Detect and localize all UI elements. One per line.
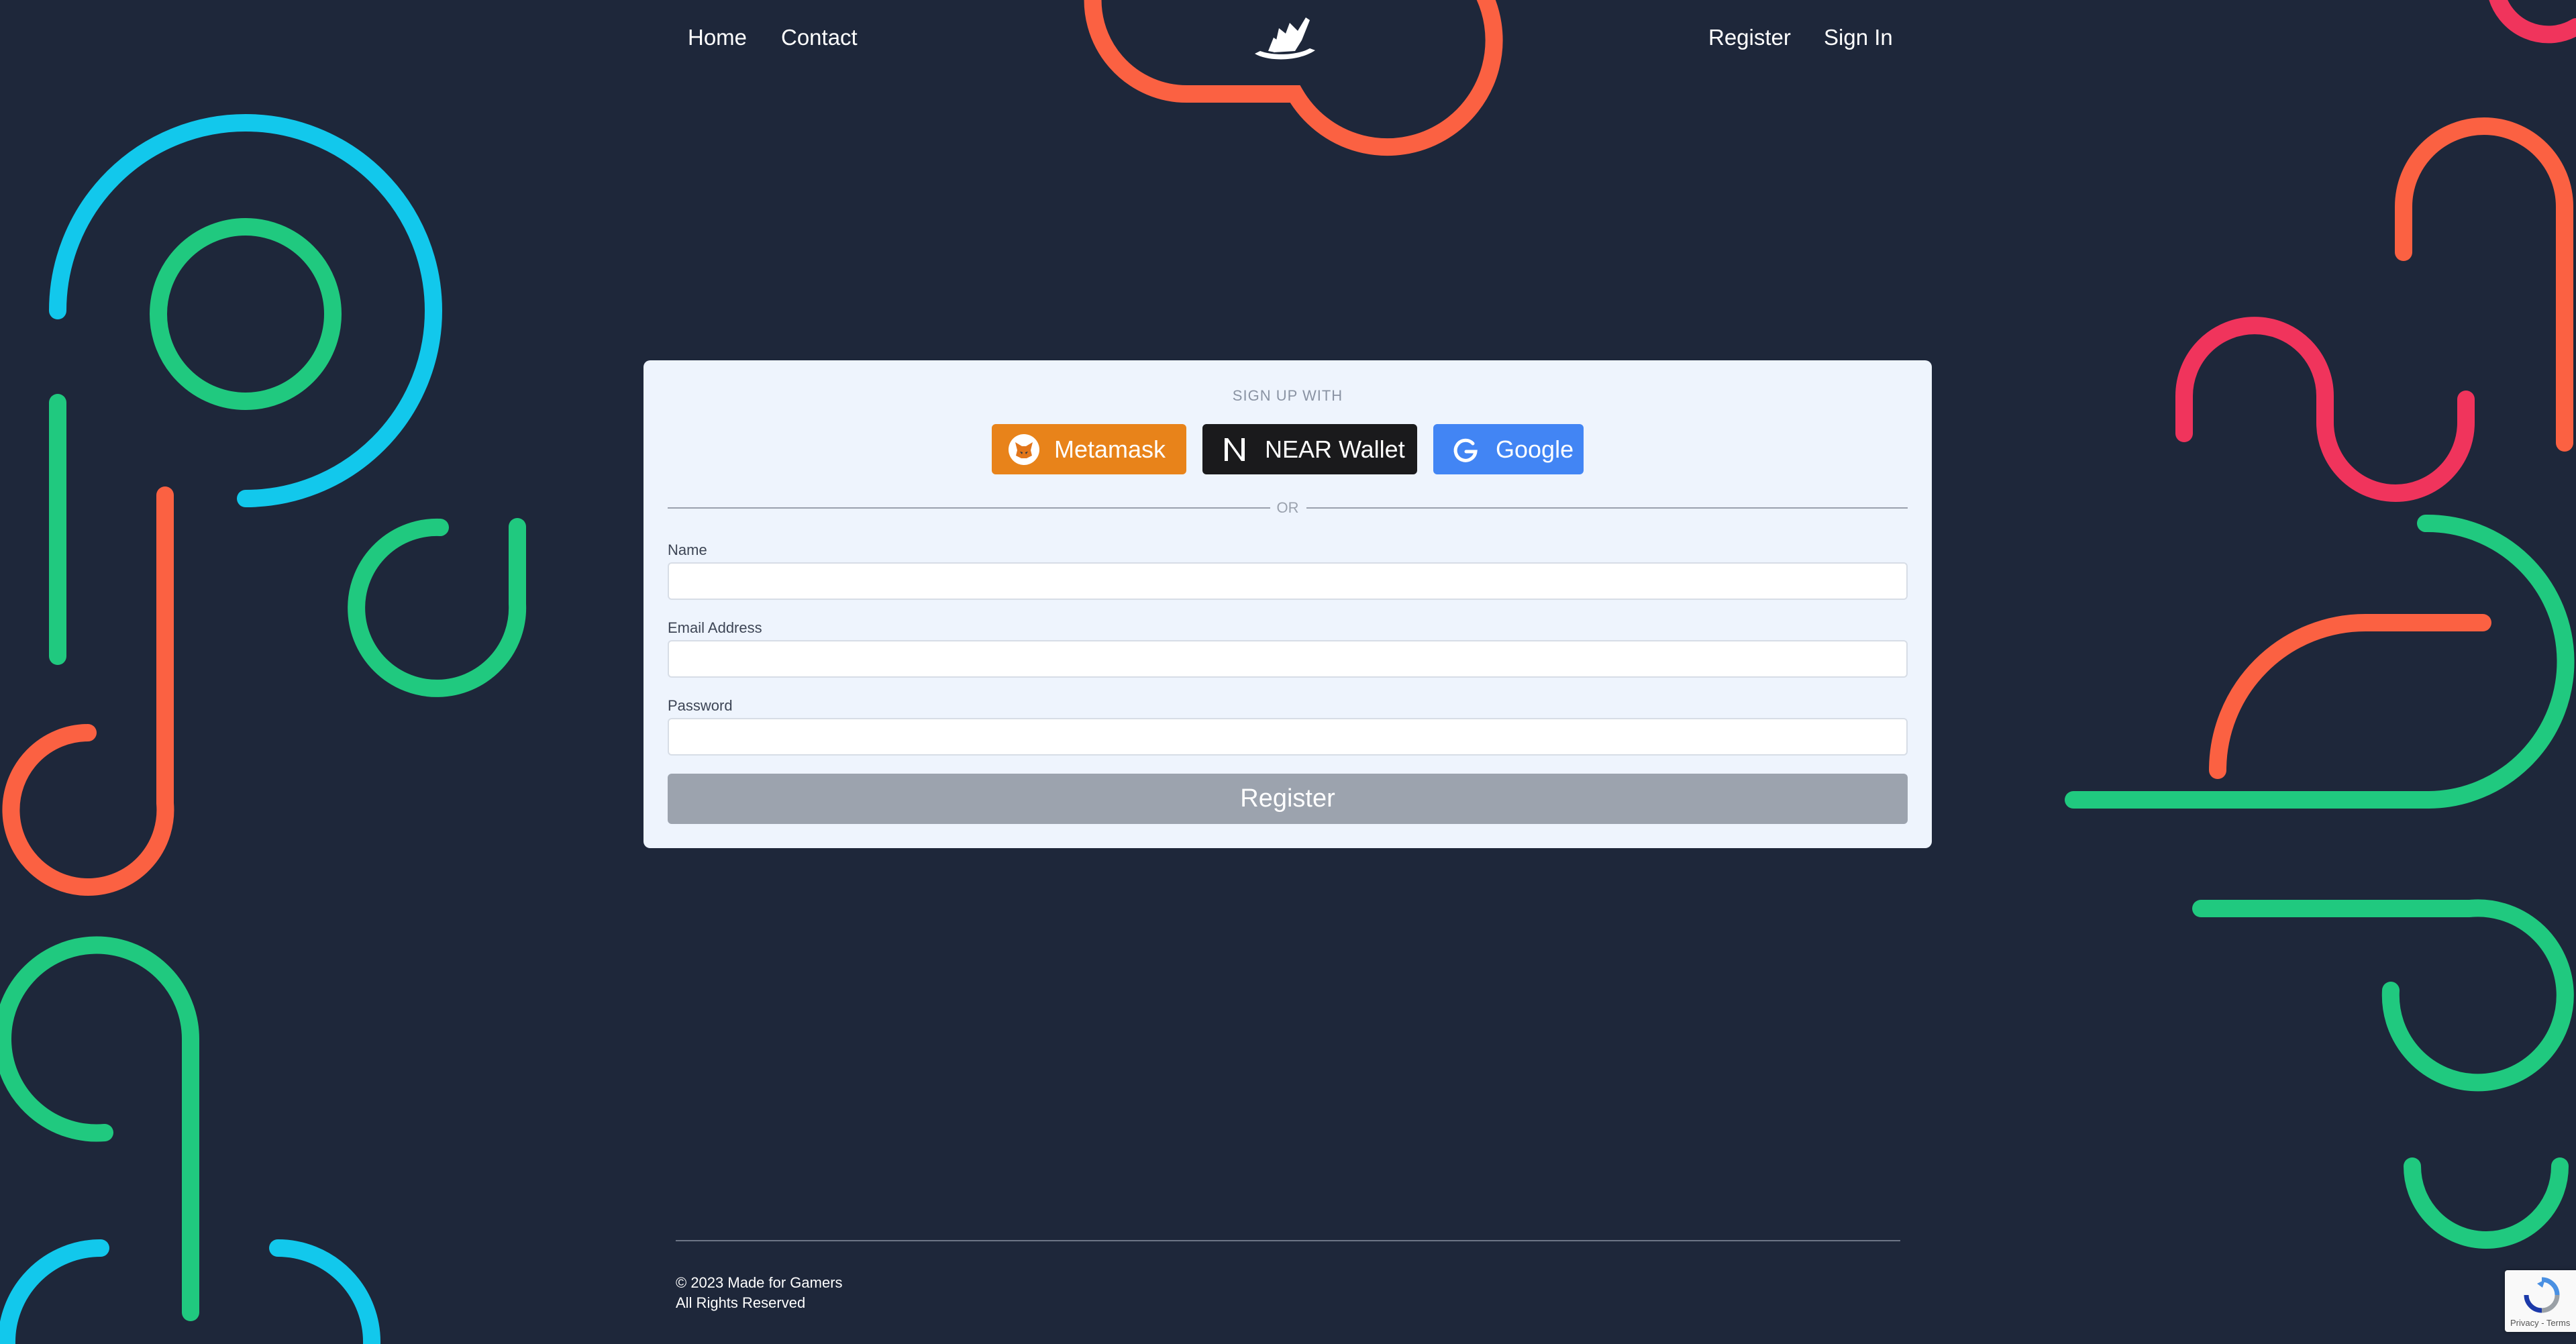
bg-arc-green-bottomleft xyxy=(0,936,199,1321)
bg-arc-cyan-bottomcenter xyxy=(269,1239,381,1344)
provider-buttons: Metamask NEAR Wallet Google xyxy=(643,424,1932,474)
name-input[interactable] xyxy=(668,562,1908,600)
near-wallet-button[interactable]: NEAR Wallet xyxy=(1202,424,1417,474)
site-logo-icon[interactable] xyxy=(1248,13,1322,70)
nav-link-home[interactable]: Home xyxy=(688,24,747,51)
signup-title: SIGN UP WITH xyxy=(1232,387,1343,404)
footer-copyright: © 2023 Made for Gamers xyxy=(676,1274,843,1291)
footer-divider xyxy=(676,1240,1900,1241)
bg-arc-green-right xyxy=(2065,514,2575,809)
bg-arc-cyan-large xyxy=(49,114,442,507)
page: Home Contact Register Sign In SIGN UP WI… xyxy=(0,0,2576,1344)
password-input[interactable] xyxy=(668,718,1908,756)
bg-arc-green-bottomright xyxy=(2404,1157,2569,1249)
bg-arc-green-small xyxy=(348,518,527,697)
google-button[interactable]: Google xyxy=(1433,424,1584,474)
password-label: Password xyxy=(668,697,733,714)
bg-arc-cyan-bottomleft xyxy=(0,1239,109,1344)
bg-arc-pink-right xyxy=(2175,317,2475,502)
near-wallet-button-label: NEAR Wallet xyxy=(1265,435,1405,463)
nav-link-contact[interactable]: Contact xyxy=(781,24,858,51)
nav-link-signin[interactable]: Sign In xyxy=(1824,24,1893,51)
name-label: Name xyxy=(668,541,707,558)
near-logo-icon xyxy=(1219,434,1250,465)
top-navigation: Home Contact Register Sign In xyxy=(0,0,2576,81)
metamask-button[interactable]: Metamask xyxy=(992,424,1186,474)
footer-rights: All Rights Reserved xyxy=(676,1294,806,1311)
bg-arc-orange-left xyxy=(2,486,174,896)
recaptcha-terms[interactable]: Privacy - Terms xyxy=(2510,1318,2570,1328)
divider-line-right xyxy=(1306,507,1908,509)
recaptcha-logo-icon xyxy=(2522,1276,2561,1318)
bg-circle-green xyxy=(150,218,342,410)
email-input[interactable] xyxy=(668,640,1908,678)
recaptcha-badge[interactable]: Privacy - Terms xyxy=(2505,1270,2576,1332)
register-submit-button[interactable]: Register xyxy=(668,774,1908,824)
email-label: Email Address xyxy=(668,619,762,636)
google-button-label: Google xyxy=(1496,435,1574,463)
signup-card: SIGN UP WITH Metamask NEAR Wallet Google… xyxy=(643,360,1932,848)
nav-link-register[interactable]: Register xyxy=(1708,24,1791,51)
or-divider: OR xyxy=(668,498,1908,518)
metamask-button-label: Metamask xyxy=(1054,435,1166,463)
metamask-fox-icon xyxy=(1009,433,1039,465)
bg-arc-green-lowerright xyxy=(2192,899,2574,1092)
bg-arc-orange-right xyxy=(2209,614,2491,779)
google-g-icon xyxy=(1450,434,1481,465)
bg-arc-orange-topright xyxy=(2395,117,2573,452)
